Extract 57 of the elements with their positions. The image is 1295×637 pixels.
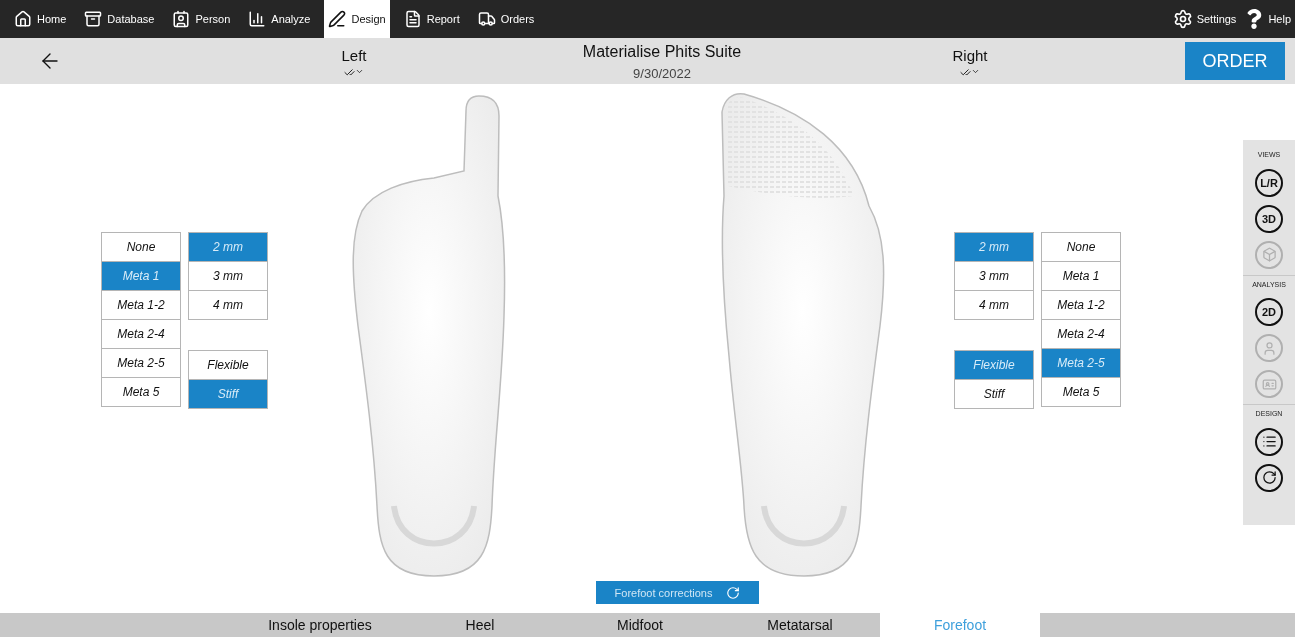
option-button[interactable]: Meta 5: [1041, 377, 1121, 408]
option-button[interactable]: None: [101, 232, 181, 263]
view-mode-button[interactable]: L/R: [1255, 168, 1283, 197]
reset-button[interactable]: [1255, 463, 1283, 492]
reset-icon: [1261, 470, 1277, 486]
cube-icon: [1261, 247, 1277, 263]
option-button[interactable]: Meta 2-4: [101, 319, 181, 350]
bottom-tab[interactable]: Midfoot: [560, 613, 720, 637]
option-button[interactable]: Meta 1: [1041, 261, 1121, 292]
nav-tab[interactable]: Database: [80, 0, 159, 39]
help-button[interactable]: Help: [1244, 0, 1291, 39]
app-title: Materialise Phits Suite: [582, 41, 742, 62]
list-button[interactable]: [1255, 427, 1283, 456]
settings-button[interactable]: Settings: [1172, 0, 1237, 39]
nav-tab[interactable]: Home: [10, 0, 71, 39]
option-button[interactable]: Meta 5: [101, 377, 181, 408]
option-button[interactable]: 4 mm: [954, 290, 1034, 321]
pen-icon: [328, 10, 347, 29]
nav-tab[interactable]: Design: [324, 0, 390, 39]
nav-tab[interactable]: Orders: [473, 0, 539, 39]
bottom-tab[interactable]: Metatarsal: [720, 613, 880, 637]
bar-chart-icon: [248, 10, 267, 29]
option-button[interactable]: Stiff: [954, 379, 1034, 410]
nav-tab[interactable]: Analyze: [244, 0, 315, 39]
drawer-icon: [84, 10, 103, 29]
id-card-icon: [172, 10, 191, 29]
bottom-tab[interactable]: Insole properties: [240, 613, 400, 637]
option-button[interactable]: 3 mm: [954, 261, 1034, 292]
option-button[interactable]: Meta 2-4: [1041, 319, 1121, 350]
reset-icon: [726, 585, 741, 600]
option-button[interactable]: Meta 2-5: [101, 348, 181, 379]
option-button[interactable]: 4 mm: [188, 290, 268, 321]
side-label: Right: [952, 45, 988, 66]
option-button[interactable]: Meta 1-2: [1041, 290, 1121, 321]
check-dropdown-icon[interactable]: [960, 67, 980, 79]
nav-tab[interactable]: Person: [168, 0, 235, 39]
option-button[interactable]: None: [1041, 232, 1121, 263]
option-button[interactable]: Flexible: [188, 350, 268, 381]
option-button[interactable]: Meta 1-2: [101, 290, 181, 321]
home-icon: [14, 10, 32, 29]
date-text: 9/30/2022: [633, 64, 691, 83]
settings-icon: [1172, 9, 1193, 30]
order-button[interactable]: ORDER: [1185, 42, 1285, 81]
view-mode-button[interactable]: 2D: [1255, 298, 1283, 327]
list-icon: [1261, 434, 1277, 450]
check-dropdown-icon[interactable]: [344, 67, 364, 79]
option-button[interactable]: 2 mm: [188, 232, 268, 263]
bottom-tab[interactable]: Heel: [400, 613, 560, 637]
id-card-icon: [1261, 376, 1277, 392]
truck-icon: [477, 10, 496, 29]
side-label: Left: [341, 45, 367, 66]
option-button[interactable]: 3 mm: [188, 261, 268, 292]
option-button[interactable]: 2 mm: [954, 232, 1034, 263]
nav-tab[interactable]: Report: [399, 0, 464, 39]
document-icon: [403, 10, 422, 29]
view-mode-button[interactable]: 3D: [1255, 204, 1283, 233]
person-icon: [1261, 340, 1277, 356]
